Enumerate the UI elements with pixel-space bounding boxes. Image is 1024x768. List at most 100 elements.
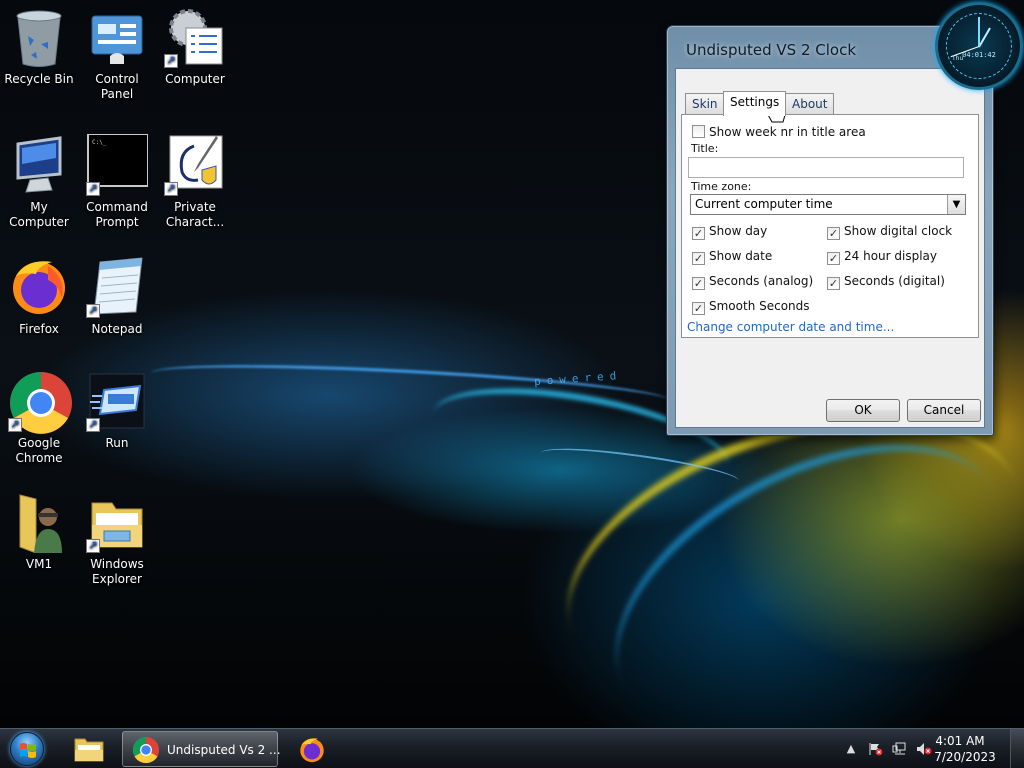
icon-label: Firefox [19,322,59,336]
desktop-icon-command-prompt[interactable]: C:\_ ↗ Command Prompt [78,133,156,230]
desktop-icon-recycle-bin[interactable]: Recycle Bin [0,6,78,87]
shortcut-arrow-icon: ↗ [164,182,178,196]
folder-icon [74,738,104,762]
start-button[interactable] [4,730,50,768]
icon-label: Computer [165,72,225,86]
tab-about[interactable]: About [785,93,835,115]
desktop-icon-notepad[interactable]: ↗ Notepad [78,256,156,337]
windows-explorer-icon: ↗ [86,491,148,553]
chevron-down-icon[interactable]: ▼ [947,195,965,214]
taskbar-pinned-firefox[interactable] [286,731,340,767]
checkmark-icon: ✓ [827,277,840,290]
computer-settings-icon: ↗ [164,6,226,68]
tab-skin[interactable]: Skin [685,93,725,115]
title-label: Title: [691,142,719,155]
action-center-flag-icon[interactable] [867,742,883,756]
icon-label: My Computer [9,200,69,229]
seconds-digital-checkbox[interactable]: ✓ Seconds (digital) [827,274,945,290]
firefox-icon [300,738,324,763]
ok-button[interactable]: OK [826,399,900,422]
desktop-icon-vm1[interactable]: VM1 [0,491,78,572]
desktop-icon-google-chrome[interactable]: ↗ Google Chrome [0,370,78,466]
shortcut-arrow-icon: ↗ [86,182,100,196]
cancel-button[interactable]: Cancel [907,399,981,422]
icon-label: Notepad [91,322,143,336]
checkmark-icon: ✓ [827,227,840,240]
desktop-icon-computer[interactable]: ↗ Computer [156,6,234,87]
svg-text:C:\_: C:\_ [92,139,107,146]
private-character-editor-icon: ↗ [164,134,226,196]
icon-label: Command Prompt [86,200,148,229]
checkmark-icon: ✓ [827,252,840,265]
checkmark-icon: ✓ [692,252,705,265]
checkmark-icon: ✓ [692,227,705,240]
title-input[interactable] [688,157,964,178]
taskbar-task-label: Undisputed Vs 2 ... [167,743,281,757]
icon-label: Recycle Bin [4,72,74,86]
chrome-icon [132,736,160,764]
icon-label: VM1 [25,557,53,571]
checkbox-label: Show week nr in title area [709,125,866,139]
show-digital-clock-checkbox[interactable]: ✓ Show digital clock [827,224,952,240]
desktop-icon-windows-explorer[interactable]: ↗ Windows Explorer [78,491,156,587]
icon-label: Run [105,436,129,450]
desktop-icon-control-panel[interactable]: Control Panel [78,6,156,102]
checkmark-icon: ✓ [692,277,705,290]
desktop-icon-private-character-editor[interactable]: ↗ Private Charact... [156,134,234,230]
seconds-analog-checkbox[interactable]: ✓ Seconds (analog) [692,274,813,290]
show-day-checkbox[interactable]: ✓ Show day [692,224,767,240]
checkmark-icon: ✓ [692,302,705,315]
command-prompt-icon: C:\_ ↗ [86,133,149,196]
shortcut-arrow-icon: ↗ [164,54,178,68]
checkbox-label: Seconds (digital) [844,274,945,288]
smooth-seconds-checkbox[interactable]: ✓ Smooth Seconds [692,299,810,315]
user-folder-icon [8,491,70,554]
checkbox-label: Show date [709,249,773,263]
taskbar: Undisputed Vs 2 ... ▲ 4:01 AM 7/20/2023 [0,728,1024,768]
show-date-checkbox[interactable]: ✓ Show date [692,249,772,265]
show-week-checkbox[interactable]: Show week nr in title area [692,125,866,139]
shortcut-arrow-icon: ↗ [86,539,100,553]
recycle-bin-icon [8,6,70,68]
network-icon[interactable] [892,742,908,756]
desktop: powered Recycle Bin Control Panel ↗ Comp… [0,0,1024,728]
24-hour-display-checkbox[interactable]: ✓ 24 hour display [827,249,937,265]
checkbox-label: Smooth Seconds [709,299,810,313]
control-panel-icon [86,6,148,68]
checkbox-label: Show day [709,224,768,238]
minute-hand [978,17,980,47]
notepad-icon: ↗ [86,256,148,318]
taskbar-clock-time[interactable]: 4:01 AM [930,734,990,748]
icon-label: Windows Explorer [90,557,144,586]
icon-label: Private Charact... [165,200,225,229]
checkbox-box [692,125,705,138]
clock-settings-dialog: Undisputed VS 2 Clock Skin Settings Abou… [666,25,994,436]
shortcut-arrow-icon: ↗ [86,304,100,318]
shortcut-arrow-icon: ↗ [86,418,100,432]
settings-panel: Show week nr in title area Title: Time z… [681,114,979,338]
my-computer-icon [8,134,70,196]
timezone-select[interactable]: Current computer time ▼ [690,194,966,215]
show-hidden-icons-chevron-icon[interactable]: ▲ [843,742,859,756]
show-desktop-button[interactable] [1010,729,1024,768]
chrome-icon: ↗ [8,370,72,434]
desktop-icon-run[interactable]: ↗ Run [78,370,156,451]
clock-gadget[interactable]: Thu 04:01:42 [935,2,1023,90]
desktop-icon-firefox[interactable]: Firefox [0,256,78,337]
icon-label: Control Panel [95,72,139,101]
dialog-title: Undisputed VS 2 Clock [686,41,857,59]
run-icon: ↗ [86,370,148,432]
desktop-icon-my-computer[interactable]: My Computer [0,134,78,230]
taskbar-pinned-explorer[interactable] [62,731,116,767]
shortcut-arrow-icon: ↗ [8,418,22,432]
checkbox-label: 24 hour display [844,249,937,263]
taskbar-task-chrome[interactable]: Undisputed Vs 2 ... [122,731,281,767]
windows-logo-icon [10,732,44,766]
taskbar-clock-date[interactable]: 7/20/2023 [930,750,1000,764]
tab-settings[interactable]: Settings [723,91,787,116]
change-date-time-link[interactable]: Change computer date and time... [687,320,894,334]
timezone-label: Time zone: [691,180,752,193]
timezone-value: Current computer time [695,197,833,211]
checkbox-label: Seconds (analog) [709,274,814,288]
clock-digital-time: 04:01:42 [962,51,996,59]
